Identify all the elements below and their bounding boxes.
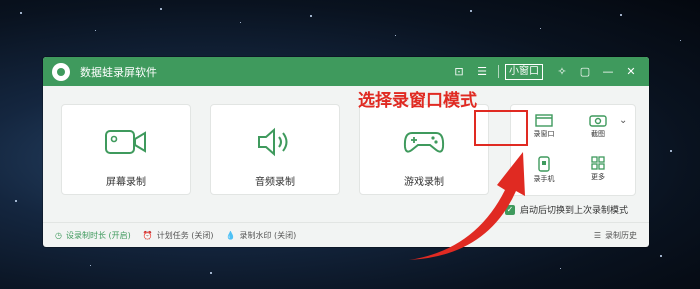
record-duration-label: 设录制时长 (开启) (65, 230, 131, 240)
menu-icon[interactable]: ☰ (472, 65, 492, 78)
record-history-link[interactable]: ☰ 录制历史 (594, 230, 637, 241)
app-logo-icon (52, 62, 70, 81)
list-icon: ☰ (593, 230, 601, 240)
app-title: 数据蛙录屏软件 (80, 65, 157, 79)
pin-icon[interactable]: ✧ (552, 65, 572, 78)
screen-record-label: 屏幕录制 (106, 177, 146, 188)
window-icon (535, 114, 553, 127)
title-divider (498, 65, 499, 78)
watermark-setting[interactable]: 💧 录制水印 (关闭) (226, 230, 297, 241)
record-history-label: 录制历史 (605, 230, 637, 240)
more-label: 更多 (591, 173, 605, 181)
restore-icon[interactable]: — (598, 65, 618, 78)
screen-record-card[interactable]: 屏幕录制 (61, 104, 191, 195)
screenshot-button[interactable]: 截图 (573, 108, 623, 148)
screenshot-label: 截图 (591, 130, 605, 138)
minimize-icon[interactable]: ▢ (575, 65, 595, 78)
speaker-icon (211, 127, 339, 161)
settings-icon[interactable]: ⊡ (449, 65, 469, 78)
schedule-task-label: 计划任务 (关闭) (156, 230, 214, 240)
clock-icon: ◷ (55, 230, 62, 240)
close-icon[interactable]: ✕ (621, 65, 641, 78)
drop-icon: 💧 (225, 230, 236, 240)
screenshot-icon (589, 115, 607, 127)
more-button[interactable]: 更多 (573, 150, 623, 190)
audio-record-card[interactable]: 音频录制 (210, 104, 340, 195)
grid-icon (591, 156, 605, 170)
annotation-text: 选择录窗口模式 (358, 91, 477, 111)
annotation-arrow (409, 152, 525, 260)
title-bar: 数据蛙录屏软件 ⊡ ☰ 小窗口 ✧ ▢ — ✕ (43, 57, 649, 86)
camera-icon (62, 127, 190, 161)
watermark-label: 录制水印 (关闭) (239, 230, 297, 240)
mini-window-button[interactable]: 小窗口 (505, 63, 543, 80)
schedule-task-setting[interactable]: ⏰ 计划任务 (关闭) (143, 230, 214, 241)
alarm-icon: ⏰ (142, 230, 153, 240)
chevron-down-icon[interactable]: ⌄ (619, 115, 627, 126)
record-duration-setting[interactable]: ◷ 设录制时长 (开启) (55, 230, 131, 241)
audio-record-label: 音频录制 (255, 177, 295, 188)
